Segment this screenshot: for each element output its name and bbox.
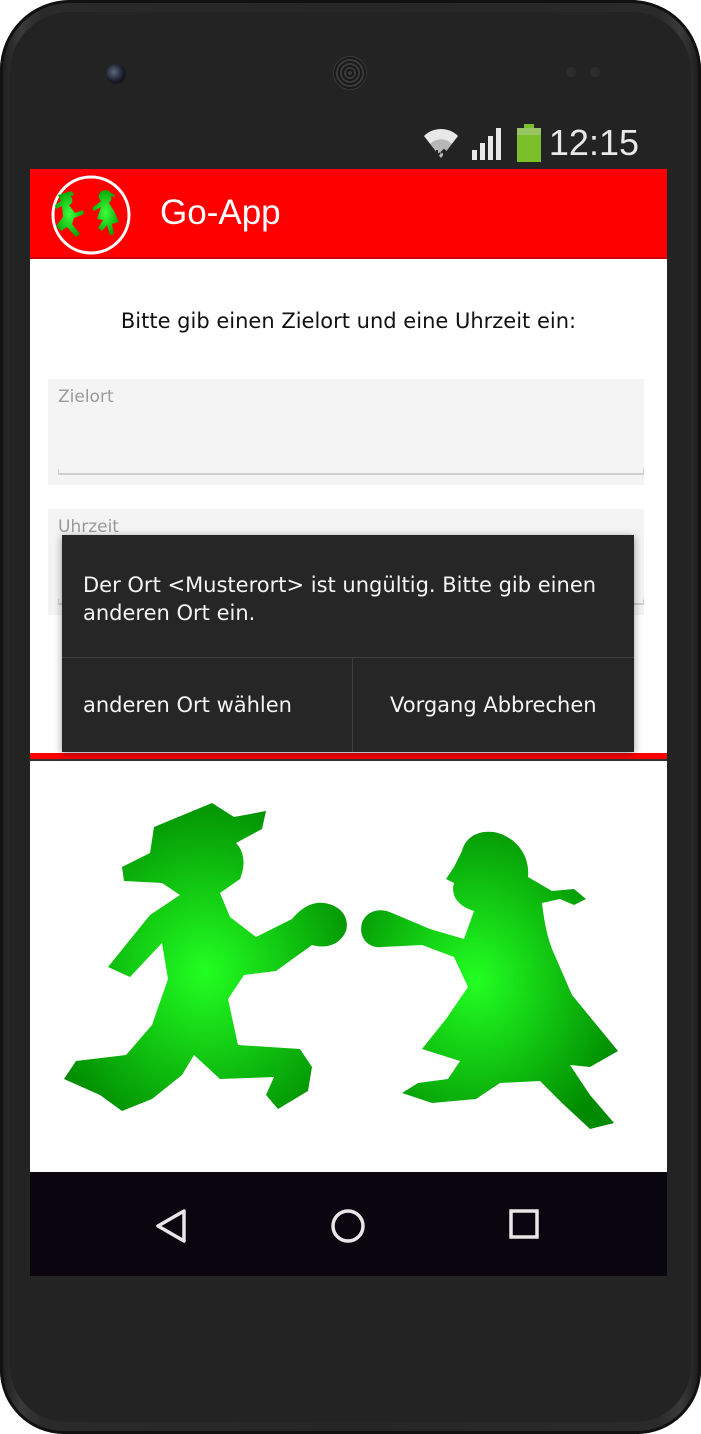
choose-other-location-button[interactable]: anderen Ort wählen bbox=[83, 658, 348, 752]
app-bar: Go-App bbox=[30, 169, 667, 259]
front-camera bbox=[106, 64, 126, 84]
red-divider bbox=[30, 753, 667, 761]
signal-icon bbox=[472, 128, 501, 160]
dialog-button-divider bbox=[352, 658, 353, 752]
home-icon[interactable] bbox=[330, 1208, 366, 1244]
back-icon[interactable] bbox=[154, 1208, 188, 1244]
earpiece-speaker bbox=[333, 56, 367, 90]
ampelmann-figure bbox=[64, 803, 347, 1111]
screen: 12:15 Go-App Bitte gib einen Zielort und… bbox=[30, 118, 667, 1276]
status-bar: 12:15 bbox=[30, 118, 667, 169]
ampelmaennchen-illustration bbox=[64, 803, 618, 1129]
cancel-button[interactable]: Vorgang Abbrechen bbox=[390, 658, 630, 752]
app-title: Go-App bbox=[160, 193, 281, 232]
form-prompt: Bitte gib einen Zielort und eine Uhrzeit… bbox=[120, 309, 577, 333]
destination-underline bbox=[58, 469, 644, 475]
ampelmaennchen-logo bbox=[51, 175, 131, 255]
time-label: Uhrzeit bbox=[58, 517, 119, 537]
invalid-location-dialog: Der Ort <Musterort> ist ungültig. Bitte … bbox=[62, 535, 634, 752]
dialog-message: Der Ort <Musterort> ist ungültig. Bitte … bbox=[83, 573, 597, 625]
battery-icon bbox=[517, 124, 541, 162]
proximity-sensor bbox=[566, 67, 576, 77]
status-time: 12:15 bbox=[548, 122, 639, 163]
destination-label: Zielort bbox=[58, 387, 114, 407]
light-sensor bbox=[590, 67, 600, 77]
recents-icon[interactable] bbox=[508, 1208, 540, 1240]
navigation-bar bbox=[30, 1172, 667, 1276]
phone-frame: 12:15 Go-App Bitte gib einen Zielort und… bbox=[0, 0, 701, 1434]
wifi-icon bbox=[424, 128, 458, 158]
destination-field[interactable]: Zielort bbox=[48, 379, 644, 485]
main-content: Bitte gib einen Zielort und eine Uhrzeit… bbox=[30, 259, 667, 1276]
ampelfrau-figure bbox=[361, 831, 618, 1129]
